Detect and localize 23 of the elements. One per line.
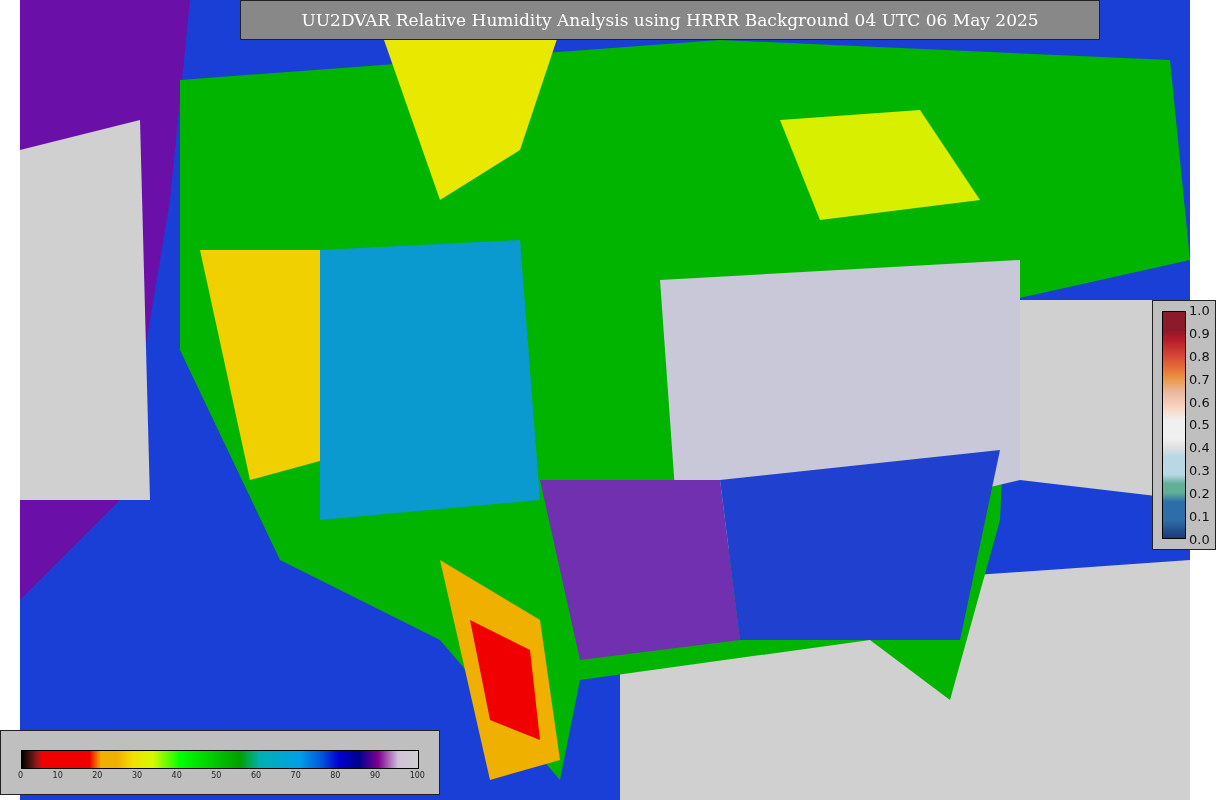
- tick-label: 0.9: [1189, 325, 1210, 341]
- tick-label: 10: [52, 771, 63, 782]
- tick-label: 0: [18, 771, 24, 782]
- tick-label: 30: [131, 771, 143, 782]
- tick-label: 20: [92, 771, 103, 782]
- tick-label: 0.4: [1189, 440, 1210, 456]
- tick-label: 40: [171, 771, 182, 782]
- tick-label: 0.7: [1189, 371, 1210, 387]
- tick-label: 0.8: [1189, 348, 1210, 364]
- tick-label: 0.2: [1189, 486, 1210, 502]
- tick-label: 90: [369, 771, 381, 782]
- tick-label: 0.3: [1189, 463, 1210, 479]
- tick-label: 70: [290, 771, 301, 782]
- tick-label: 0.6: [1189, 394, 1210, 410]
- tick-label: 1.0: [1189, 303, 1210, 318]
- map-title: UU2DVAR Relative Humidity Analysis using HRRR Background 04 UTC 06 May 2025: [240, 0, 1100, 40]
- tick-label: 0.1: [1189, 509, 1210, 524]
- tick-label: 100: [409, 771, 425, 782]
- tick-label: 0.0: [1189, 531, 1210, 547]
- tick-label: 60: [250, 771, 262, 782]
- tick-label: 0.5: [1189, 417, 1210, 433]
- tick-label: 50: [211, 771, 222, 782]
- tick-label: 80: [330, 771, 341, 782]
